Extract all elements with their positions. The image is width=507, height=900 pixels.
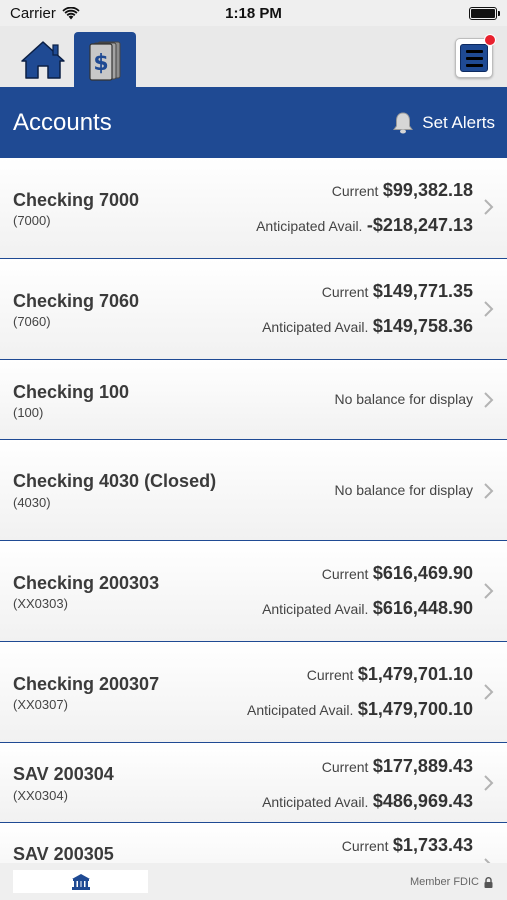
current-label: Current [321, 566, 369, 582]
account-row[interactable]: SAV 200304 (XX0304) Current $177,889.43 … [0, 743, 507, 823]
chevron-right-icon [484, 392, 494, 408]
account-row[interactable]: Checking 100 (100) No balance for displa… [0, 360, 507, 440]
chevron-right-icon [484, 301, 494, 317]
menu-button[interactable] [455, 34, 496, 78]
account-number: (XX0304) [13, 788, 68, 803]
account-name: Checking 7060 [13, 291, 140, 311]
account-row[interactable]: SAV 200305 Current $1,733.43 [0, 823, 507, 863]
tab-home[interactable] [13, 32, 73, 87]
chevron-right-icon [484, 483, 494, 499]
current-balance: $1,733.43 [392, 835, 473, 855]
anticipated-balance-line: Anticipated Avail. $486,969.43 [262, 791, 473, 812]
current-label: Current [321, 759, 369, 775]
fdic-notice: Member FDIC [410, 876, 493, 888]
no-balance-text: No balance for display [334, 482, 473, 498]
account-number: (XX0307) [13, 697, 68, 712]
account-number: (4030) [13, 495, 51, 510]
anticipated-label: Anticipated Avail. [247, 702, 354, 718]
current-balance: $1,479,701.10 [357, 664, 473, 684]
anticipated-label: Anticipated Avail. [262, 319, 369, 335]
anticipated-label: Anticipated Avail. [262, 601, 369, 617]
current-balance-line: Current $149,771.35 [322, 281, 473, 302]
account-name: SAV 200305 [13, 844, 114, 863]
status-time: 1:18 PM [225, 5, 282, 22]
chevron-right-icon [484, 775, 494, 791]
anticipated-balance-line: Anticipated Avail. $616,448.90 [262, 598, 473, 619]
anticipated-balance-line: Anticipated Avail. -$218,247.13 [256, 215, 473, 236]
account-number: (7000) [13, 213, 51, 228]
current-balance-line: Current $1,479,701.10 [307, 664, 473, 685]
account-row[interactable]: Checking 200303 (XX0303) Current $616,46… [0, 541, 507, 642]
fdic-label: Member FDIC [409, 876, 479, 888]
page-title: Accounts [13, 109, 112, 136]
svg-text:$: $ [93, 51, 108, 76]
account-name: Checking 4030 (Closed) [13, 471, 217, 491]
account-row[interactable]: Checking 4030 (Closed) (4030) No balance… [0, 440, 507, 541]
account-row[interactable]: Checking 7000 (7000) Current $99,382.18 … [0, 158, 507, 259]
top-nav: $ [0, 26, 507, 87]
hamburger-menu-icon [460, 44, 488, 72]
account-number: (7060) [13, 314, 51, 329]
account-name: Checking 200307 [13, 674, 160, 694]
anticipated-balance-line: Anticipated Avail. $1,479,700.10 [247, 699, 473, 720]
anticipated-label: Anticipated Avail. [262, 794, 369, 810]
account-number: (100) [13, 405, 44, 420]
tab-accounts[interactable]: $ [74, 32, 136, 87]
current-balance: $616,469.90 [372, 563, 473, 583]
account-name: Checking 100 [13, 382, 130, 402]
set-alerts-label: Set Alerts [422, 113, 495, 132]
anticipated-balance: $616,448.90 [372, 598, 473, 618]
current-balance-line: Current $1,733.43 [342, 835, 473, 856]
current-balance: $99,382.18 [382, 180, 473, 200]
account-name: Checking 200303 [13, 573, 160, 593]
chevron-right-icon [484, 684, 494, 700]
current-balance-line: Current $616,469.90 [322, 563, 473, 584]
accounts-header: Accounts Set Alerts [0, 87, 507, 158]
anticipated-balance: -$218,247.13 [366, 215, 473, 235]
battery-icon [469, 7, 500, 20]
anticipated-balance: $149,758.36 [372, 316, 473, 336]
footer: Member FDIC [0, 863, 507, 900]
anticipated-label: Anticipated Avail. [256, 218, 363, 234]
bank-icon [71, 873, 90, 890]
status-bar: Carrier 1:18 PM [0, 0, 507, 26]
chevron-right-icon [484, 199, 494, 215]
current-balance-line: Current $177,889.43 [322, 756, 473, 777]
anticipated-balance-line: Anticipated Avail. $149,758.36 [262, 316, 473, 337]
no-balance-text: No balance for display [334, 391, 473, 407]
anticipated-balance: $1,479,700.10 [357, 699, 473, 719]
lock-icon [484, 876, 493, 888]
home-icon [21, 40, 65, 79]
dollar-icon: $ [89, 41, 121, 81]
notification-dot [484, 34, 496, 46]
current-balance: $177,889.43 [372, 756, 473, 776]
chevron-right-icon [484, 583, 494, 599]
current-balance: $149,771.35 [372, 281, 473, 301]
account-list[interactable]: Checking 7000 (7000) Current $99,382.18 … [0, 158, 507, 863]
anticipated-balance: $486,969.43 [372, 791, 473, 811]
current-balance-line: Current $99,382.18 [332, 180, 473, 201]
account-name: Checking 7000 [13, 190, 140, 210]
current-label: Current [321, 284, 369, 300]
set-alerts-button[interactable]: Set Alerts [391, 111, 495, 135]
current-label: Current [341, 838, 389, 854]
account-row[interactable]: Checking 200307 (XX0307) Current $1,479,… [0, 642, 507, 743]
current-label: Current [306, 667, 354, 683]
account-row[interactable]: Checking 7060 (7060) Current $149,771.35… [0, 259, 507, 360]
account-number: (XX0303) [13, 596, 68, 611]
bank-logo [13, 870, 148, 893]
account-name: SAV 200304 [13, 764, 114, 784]
current-label: Current [331, 183, 379, 199]
bell-icon [393, 112, 414, 134]
